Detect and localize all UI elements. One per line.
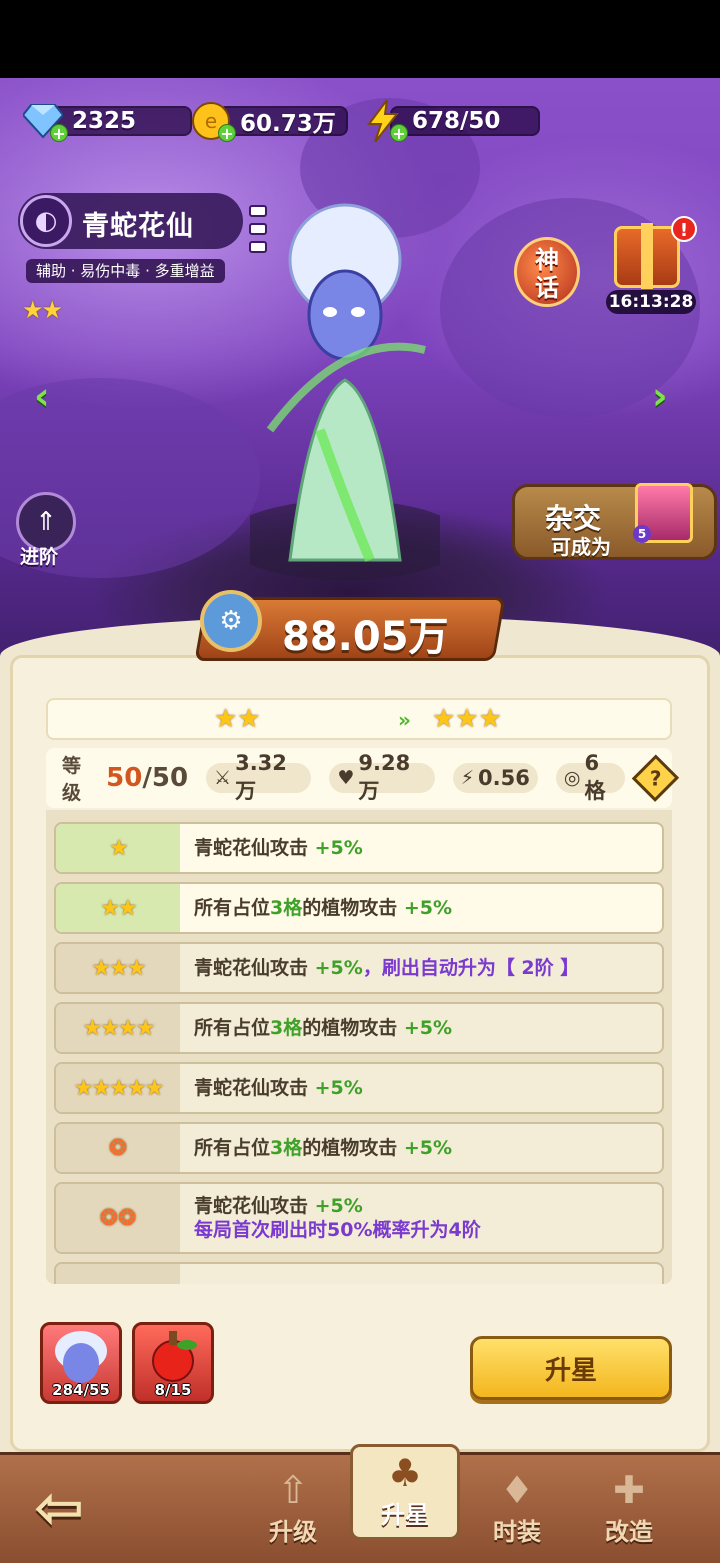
power-icon: ⚙ — [200, 590, 262, 652]
star-up-button[interactable]: 升星 — [470, 1336, 672, 1400]
apple-icon — [152, 1331, 197, 1382]
back-arrow-icon[interactable]: ⇦ — [20, 1478, 98, 1542]
slot-stat: ◎ 6格 — [555, 751, 626, 803]
coin-counter[interactable]: e + 60.73万 — [188, 98, 348, 144]
hybrid-button[interactable]: 杂交 可成为 5 — [512, 483, 717, 560]
star-bonus-row: ★★ 所有占位3格的植物攻击 +5% — [54, 882, 664, 934]
next-hero-arrow-icon[interactable]: › — [652, 374, 688, 418]
star-compare: ★★ » ★★★ — [46, 698, 672, 740]
stats-row: 等级 50 /50 ⚔ 3.32万 ♥ 9.28万 ⚡ 0.56 ◎ 6格 ? — [46, 748, 680, 808]
hero-tags: 辅助 · 易伤中毒 · 多重增益 — [26, 259, 225, 283]
arrow-right-icon: » — [398, 708, 411, 732]
hero-character-art — [250, 203, 440, 580]
hero-name: 青蛇花仙 — [82, 211, 194, 242]
star-bonus-row-partial — [54, 1262, 664, 1284]
hero-shard-item[interactable]: 284/55 — [40, 1322, 122, 1404]
heart-icon: ♥ — [337, 767, 355, 789]
star-bonus-row: ❂ 所有占位3格的植物攻击 +5% — [54, 1122, 664, 1174]
gem-icon: + — [20, 98, 68, 144]
hero-stars: ★★ — [22, 296, 63, 324]
coin-icon: e + — [188, 98, 236, 144]
attack-stat: ⚔ 3.32万 — [206, 751, 312, 803]
hero-name-bar: ◐ 青蛇花仙 — [18, 193, 243, 249]
star-bonus-row: ★★★★★ 青蛇花仙攻击 +5% — [54, 1062, 664, 1114]
flame-icon: ❂ — [56, 1124, 180, 1172]
hp-stat: ♥ 9.28万 — [329, 751, 435, 803]
speed-icon: ⚡ — [460, 767, 475, 789]
sprout-pot-icon: ♣ — [387, 1451, 423, 1495]
star-bonus-row: ★ 青蛇花仙攻击 +5% — [54, 822, 664, 874]
shirt-icon: ♦ — [499, 1468, 535, 1512]
flame-icon: ❂❂ — [56, 1184, 180, 1252]
upgrade-icon: ⇧ — [277, 1468, 309, 1512]
sprout-icon: ⇑ — [35, 507, 57, 537]
star-bonus-row: ★★★ 青蛇花仙攻击 +5%，刷出自动升为【 2阶 】 — [54, 942, 664, 994]
lightning-icon: + — [360, 98, 408, 144]
advance-label: 进阶 — [20, 546, 59, 568]
hero-portrait-icon — [55, 1331, 107, 1383]
gift-alert-badge: ! — [671, 216, 697, 242]
potion-icon: ◐ — [20, 195, 72, 247]
star-bonus-row: ★★★★ 所有占位3格的植物攻击 +5% — [54, 1002, 664, 1054]
gift-box-icon[interactable] — [614, 223, 680, 289]
apple-item[interactable]: 8/15 — [132, 1322, 214, 1404]
status-bar — [0, 0, 720, 78]
question-icon: ? — [649, 766, 662, 790]
sword-icon: ⚔ — [214, 767, 232, 789]
mythic-rarity-badge[interactable]: 神 话 — [514, 237, 580, 307]
star-bonus-row: ❂❂ 青蛇花仙攻击 +5% 每局首次刷出时50%概率升为4阶 — [54, 1182, 664, 1254]
tab-upgrade[interactable]: ⇧ 升级 — [238, 1464, 348, 1560]
tab-star[interactable]: ♣ 升星 — [350, 1444, 460, 1540]
tab-modify[interactable]: ✚ 改造 — [574, 1464, 684, 1560]
star-bonus-list[interactable]: ★ 青蛇花仙攻击 +5% ★★ 所有占位3格的植物攻击 +5% ★★★ 青蛇花仙… — [46, 810, 672, 1284]
target-icon: ◎ — [563, 767, 581, 789]
gift-timer: 16:13:28 — [606, 290, 696, 314]
speed-stat: ⚡ 0.56 — [452, 763, 538, 793]
svg-text:e: e — [205, 109, 217, 133]
power-value: 88.05万 — [282, 614, 449, 660]
gem-counter[interactable]: + 2325 — [20, 98, 192, 144]
energy-counter[interactable]: + 678/50 — [360, 98, 540, 144]
tab-outfit[interactable]: ♦ 时装 — [462, 1464, 572, 1560]
dna-icon: ✚ — [613, 1468, 645, 1512]
prev-hero-arrow-icon[interactable]: ‹ — [34, 374, 70, 418]
